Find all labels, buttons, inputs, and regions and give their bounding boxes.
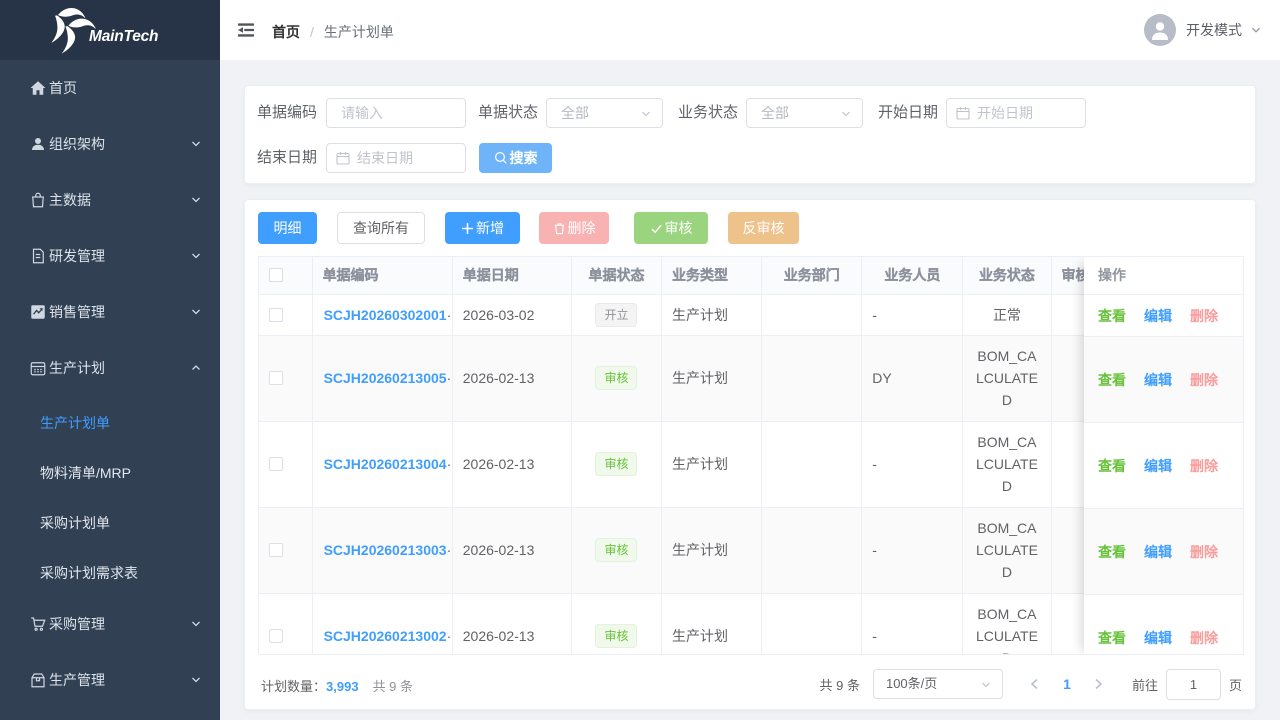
svg-text:MainTech: MainTech [89, 28, 158, 45]
